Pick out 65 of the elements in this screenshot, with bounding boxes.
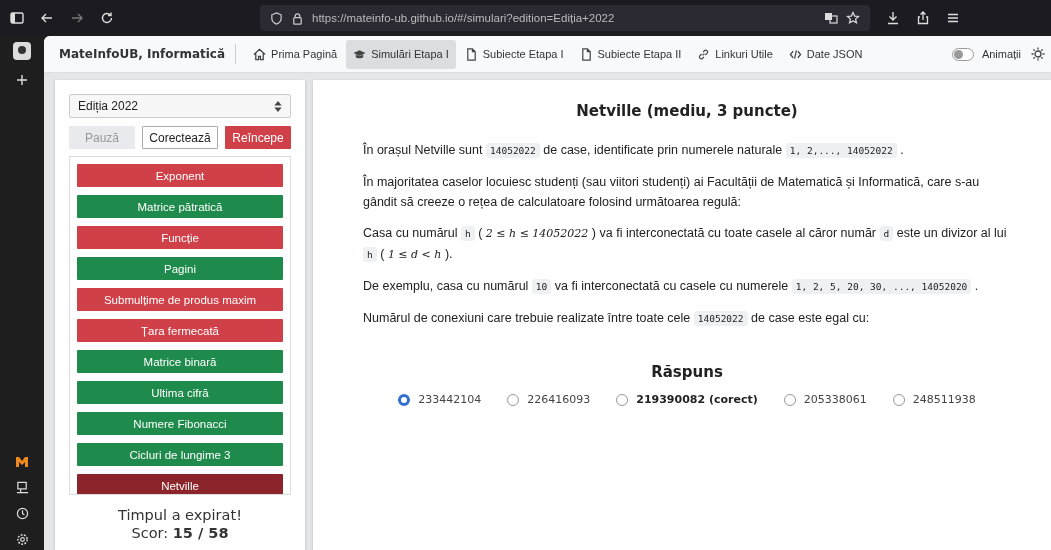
problem-button[interactable]: Matrice pătratică — [77, 195, 283, 218]
profile-icon[interactable] — [13, 42, 31, 60]
problem-button[interactable]: Funcție — [77, 226, 283, 249]
problem-button[interactable]: Pagini — [77, 257, 283, 280]
home-icon — [253, 47, 267, 61]
link-icon — [697, 47, 711, 61]
reload-icon[interactable] — [100, 11, 114, 25]
action-button[interactable]: Corectează — [142, 126, 218, 149]
forward-arrow-icon[interactable] — [70, 11, 84, 25]
problem-button[interactable]: Ultima cifră — [77, 381, 283, 404]
problem-button[interactable]: Țara fermecată — [77, 319, 283, 342]
code-icon — [788, 47, 802, 61]
paragraph-text: Numărul de conexiuni care trebuie realizate între toate cele 14052022 de case este egal cu: — [363, 310, 871, 328]
nav-link[interactable]: Subiecte Etapa II — [572, 39, 689, 69]
clock-icon[interactable] — [15, 507, 29, 520]
paragraph-text: De exemplu, casa cu numărul 10 va fi interconectată cu casele cu numerele 1, 2, 5, 20, 30, ..., 14052020 . — [363, 278, 980, 296]
answer-option[interactable]: 248511938 — [892, 393, 976, 406]
nav-link[interactable]: Prima Pagină — [246, 39, 345, 69]
nav-link[interactable]: Linkuri Utile — [690, 39, 780, 69]
score-label: Scor: — [131, 525, 169, 541]
back-arrow-icon[interactable] — [40, 11, 54, 25]
sort-caret-icon — [274, 100, 282, 112]
score-value: 15 / 58 — [172, 525, 229, 541]
graduation-cap-icon — [353, 47, 367, 61]
edition-select[interactable]: Ediția 2022 — [69, 94, 291, 118]
nav-link[interactable]: Simulări Etapa I — [346, 39, 456, 69]
problem-title: Netville (mediu, 3 puncte) — [575, 102, 799, 120]
answer-option[interactable]: 219390082 (corect) — [616, 393, 758, 406]
answer-option[interactable]: 233442104 — [398, 393, 482, 406]
shield-icon — [270, 11, 283, 25]
m-logo-icon[interactable] — [15, 456, 29, 468]
status-text: Timpul a expirat! — [117, 507, 243, 523]
toggle-switch[interactable] — [951, 47, 974, 61]
sun-icon[interactable] — [1031, 47, 1045, 61]
monitor-icon[interactable] — [15, 481, 29, 494]
lock-icon — [291, 11, 304, 25]
toggle-label: Animații — [981, 48, 1021, 60]
menu-icon[interactable] — [946, 11, 960, 25]
share-icon[interactable] — [916, 11, 930, 25]
nav-link[interactable]: Subiecte Etapa I — [457, 39, 571, 69]
answer-option[interactable]: 226416093 — [507, 393, 591, 406]
file-icon — [464, 47, 478, 61]
action-button[interactable]: Reîncepe — [225, 126, 291, 149]
site-brand[interactable]: MateInfoUB, Informatică — [59, 47, 226, 61]
sidebar-icon[interactable] — [10, 11, 24, 25]
nav-link[interactable]: Date JSON — [781, 39, 870, 69]
answer-option[interactable]: 205338061 — [783, 393, 867, 406]
address-bar[interactable]: https://mateinfo-ub.github.io/#/simulari?edition=Ediția+2022 — [260, 5, 870, 31]
problem-button[interactable]: Netville — [77, 474, 283, 494]
plus-icon[interactable] — [16, 74, 28, 86]
paragraph-text: În majoritatea caselor locuiesc studenți (sau viitori studenți) ai Facultății de Matematică și Informatică, care s-au gândit să creeze o rețea de calculatoare folosind următoarea regulă: — [363, 173, 981, 211]
answer-heading: Răspuns — [650, 363, 724, 381]
problem-button[interactable]: Cicluri de lungime 3 — [77, 443, 283, 466]
star-icon[interactable] — [846, 11, 860, 25]
settings-icon[interactable] — [15, 533, 29, 546]
problem-button[interactable]: Numere Fibonacci — [77, 412, 283, 435]
file-icon — [579, 47, 593, 61]
download-icon[interactable] — [886, 11, 900, 25]
paragraph-text: În orașul Netville sunt 14052022 de case, identificate prin numerele naturale 1, 2,..., 14052022 . — [363, 141, 905, 160]
translate-icon[interactable] — [824, 11, 838, 25]
problem-button[interactable]: Submulțime de produs maxim — [77, 288, 283, 311]
problem-button[interactable]: Matrice binară — [77, 350, 283, 373]
paragraph-text: Casa cu numărul h ( 2 ≤ h ≤ 14052022 ) va fi interconectată cu toate casele al căror număr d este un divizor al lui h ( 1 ≤ d < h ). — [363, 225, 1008, 264]
problem-button[interactable]: Exponent — [77, 164, 283, 187]
url-text: https://mateinfo-ub.github.io/#/simulari?edition=Ediția+2022 — [312, 12, 615, 24]
